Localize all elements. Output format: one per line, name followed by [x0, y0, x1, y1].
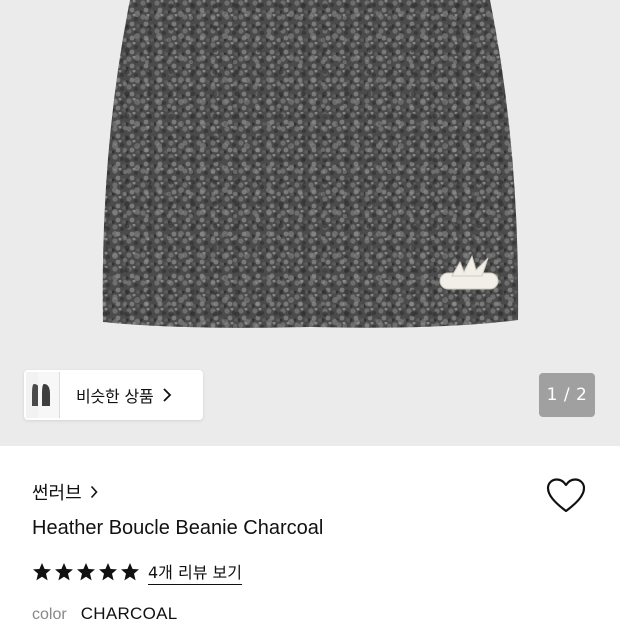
star-icon	[33, 563, 51, 581]
review-link[interactable]: 4개 리뷰 보기	[148, 559, 242, 585]
color-label: color	[32, 606, 67, 620]
image-page-counter: 1 / 2	[539, 373, 595, 417]
star-icon	[55, 563, 73, 581]
brand-link[interactable]: 썬러브	[32, 479, 98, 505]
color-option: color CHARCOAL	[32, 604, 178, 620]
similar-products-label: 비슷한 상품	[76, 387, 154, 406]
chevron-right-icon	[162, 388, 171, 402]
star-icon	[121, 563, 139, 581]
star-rating	[32, 562, 140, 582]
rating-row: 4개 리뷰 보기	[32, 559, 242, 585]
star-icon	[99, 563, 117, 581]
heart-outline-icon	[546, 478, 586, 513]
color-value: CHARCOAL	[80, 604, 178, 620]
product-image-gallery[interactable]: 비슷한 상품 1 / 2	[0, 0, 620, 446]
brand-name: 썬러브	[32, 483, 82, 504]
similar-products-button[interactable]: 비슷한 상품	[24, 370, 203, 420]
product-title: Heather Boucle Beanie Charcoal	[32, 517, 324, 539]
wishlist-button[interactable]	[544, 476, 588, 516]
star-icon	[77, 563, 95, 581]
chevron-right-icon	[90, 485, 98, 499]
